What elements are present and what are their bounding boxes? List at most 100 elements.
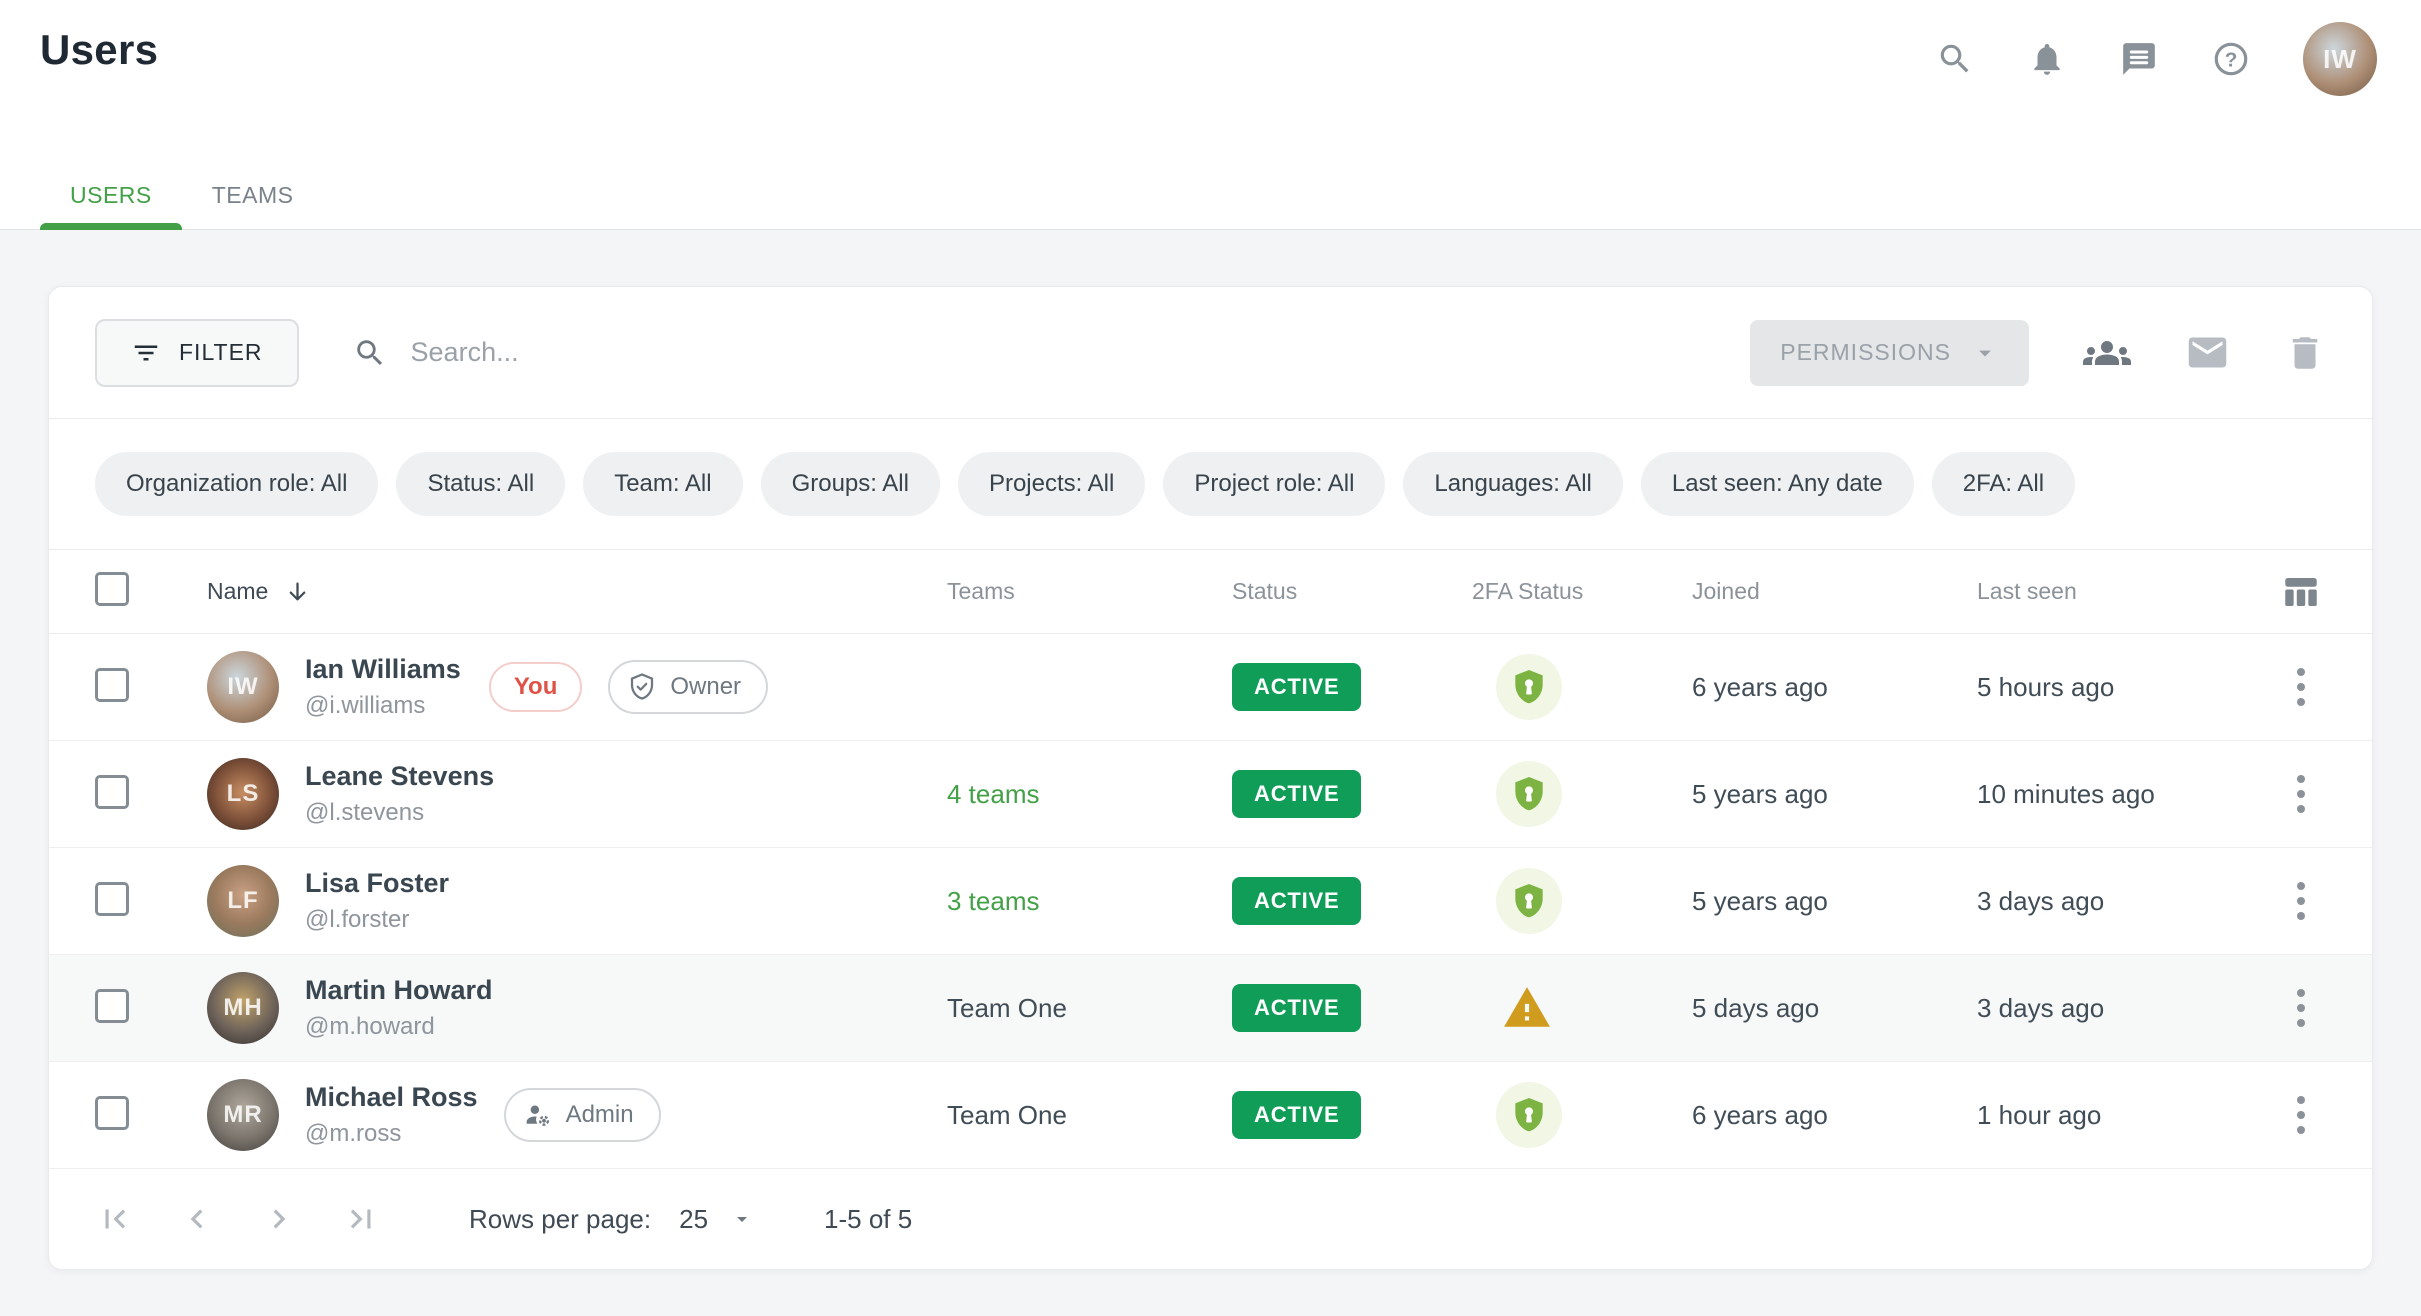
- twofa-enabled-icon: [1496, 761, 1562, 827]
- filter-chip-groups[interactable]: Groups: All: [761, 452, 940, 516]
- status-badge: ACTIVE: [1232, 663, 1361, 711]
- topbar-actions: ? IW: [1935, 22, 2377, 96]
- first-page-button[interactable]: [95, 1199, 135, 1239]
- filter-chip-last-seen[interactable]: Last seen: Any date: [1641, 452, 1914, 516]
- svg-text:?: ?: [2225, 48, 2238, 71]
- search-input[interactable]: [411, 337, 1111, 368]
- teams-cell: Team One: [947, 993, 1067, 1023]
- tabs: USERS TEAMS: [40, 157, 323, 229]
- owner-badge-label: Owner: [670, 673, 741, 701]
- status-badge: ACTIVE: [1232, 877, 1361, 925]
- column-header-name[interactable]: Name: [207, 578, 311, 605]
- user-username: @i.williams: [305, 692, 461, 720]
- twofa-enabled-icon: [1496, 1082, 1562, 1148]
- pagination-nav: [95, 1199, 381, 1239]
- person-gear-icon: [523, 1100, 553, 1130]
- filter-chip-organization-role[interactable]: Organization role: All: [95, 452, 378, 516]
- filter-chip-team[interactable]: Team: All: [583, 452, 742, 516]
- last-seen-cell: 3 days ago: [1977, 886, 2270, 917]
- avatar: IW: [207, 651, 279, 723]
- column-header-status: Status: [1232, 578, 1472, 605]
- delete-users-button[interactable]: [2284, 332, 2326, 374]
- filter-button[interactable]: FILTER: [95, 319, 299, 387]
- permissions-button-label: PERMISSIONS: [1780, 339, 1951, 366]
- you-badge: You: [489, 662, 583, 712]
- first-page-icon: [96, 1200, 134, 1238]
- avatar: LS: [207, 758, 279, 830]
- teams-link[interactable]: 3 teams: [947, 886, 1040, 916]
- table-header-row: Name Teams Status 2FA Status Joined Last…: [49, 550, 2372, 634]
- notifications-icon[interactable]: [2027, 39, 2067, 79]
- table-row[interactable]: IW Ian Williams @i.williams You Owner AC…: [49, 634, 2372, 741]
- filter-chip-2fa[interactable]: 2FA: All: [1932, 452, 2075, 516]
- table-row[interactable]: LS Leane Stevens @l.stevens 4 teams ACTI…: [49, 741, 2372, 848]
- search-icon[interactable]: [1935, 39, 1975, 79]
- row-menu-button[interactable]: [2289, 981, 2313, 1035]
- chat-icon[interactable]: [2119, 39, 2159, 79]
- filter-button-label: FILTER: [179, 339, 263, 366]
- tab-teams[interactable]: TEAMS: [182, 157, 324, 229]
- groups-icon: [2083, 329, 2131, 377]
- row-menu-button[interactable]: [2289, 1088, 2313, 1142]
- last-seen-cell: 3 days ago: [1977, 993, 2270, 1024]
- filter-chip-projects[interactable]: Projects: All: [958, 452, 1145, 516]
- rows-per-page-select[interactable]: 25: [679, 1204, 754, 1235]
- chevron-down-icon: [1971, 339, 1999, 367]
- row-checkbox[interactable]: [95, 668, 129, 702]
- columns-settings-button[interactable]: [2280, 571, 2322, 613]
- previous-page-button[interactable]: [177, 1199, 217, 1239]
- table-row[interactable]: LF Lisa Foster @l.forster 3 teams ACTIVE…: [49, 848, 2372, 955]
- last-page-icon: [342, 1200, 380, 1238]
- users-table-card: FILTER PERMISSIONS Organization role: Al…: [48, 286, 2373, 1270]
- chevron-left-icon: [178, 1200, 216, 1238]
- row-menu-button[interactable]: [2289, 874, 2313, 928]
- pagination-bar: Rows per page: 25 1-5 of 5: [49, 1169, 2372, 1269]
- row-checkbox[interactable]: [95, 882, 129, 916]
- rows-per-page-value: 25: [679, 1204, 708, 1235]
- next-page-button[interactable]: [259, 1199, 299, 1239]
- filter-chip-status[interactable]: Status: All: [396, 452, 565, 516]
- last-page-button[interactable]: [341, 1199, 381, 1239]
- user-name: Michael Ross: [305, 1082, 478, 1113]
- row-checkbox[interactable]: [95, 1096, 129, 1130]
- table-row[interactable]: MR Michael Ross @m.ross Admin Team One A…: [49, 1062, 2372, 1169]
- tab-users[interactable]: USERS: [40, 157, 182, 229]
- filter-chip-project-role[interactable]: Project role: All: [1163, 452, 1385, 516]
- status-badge: ACTIVE: [1232, 984, 1361, 1032]
- table-row[interactable]: MH Martin Howard @m.howard Team One ACTI…: [49, 955, 2372, 1062]
- search-icon: [353, 336, 387, 370]
- status-badge: ACTIVE: [1232, 1091, 1361, 1139]
- column-header-name-label: Name: [207, 578, 268, 605]
- rows-per-page-label: Rows per page:: [469, 1204, 651, 1235]
- row-menu-button[interactable]: [2289, 660, 2313, 714]
- row-menu-button[interactable]: [2289, 767, 2313, 821]
- last-seen-cell: 10 minutes ago: [1977, 779, 2270, 810]
- permissions-button[interactable]: PERMISSIONS: [1750, 320, 2029, 386]
- filter-chip-languages[interactable]: Languages: All: [1403, 452, 1622, 516]
- joined-cell: 5 years ago: [1692, 886, 1977, 917]
- user-name: Lisa Foster: [305, 868, 449, 899]
- row-checkbox[interactable]: [95, 989, 129, 1023]
- user-username: @m.ross: [305, 1120, 478, 1148]
- user-username: @l.forster: [305, 906, 449, 934]
- column-header-teams: Teams: [947, 578, 1232, 605]
- select-all-checkbox[interactable]: [95, 572, 129, 606]
- column-header-joined: Joined: [1692, 578, 1977, 605]
- avatar: MH: [207, 972, 279, 1044]
- user-name: Ian Williams: [305, 654, 461, 685]
- table-toolbar: FILTER PERMISSIONS: [49, 287, 2372, 419]
- user-avatar[interactable]: IW: [2303, 22, 2377, 96]
- email-users-button[interactable]: [2185, 330, 2230, 375]
- page-range-label: 1-5 of 5: [824, 1204, 912, 1235]
- teams-link[interactable]: 4 teams: [947, 779, 1040, 809]
- columns-icon: [2280, 571, 2322, 613]
- row-checkbox[interactable]: [95, 775, 129, 809]
- add-to-team-button[interactable]: [2083, 329, 2131, 377]
- twofa-warning-icon: [1502, 983, 1692, 1033]
- avatar: LF: [207, 865, 279, 937]
- joined-cell: 6 years ago: [1692, 672, 1977, 703]
- user-name: Leane Stevens: [305, 761, 494, 792]
- column-header-2fa-status: 2FA Status: [1472, 578, 1692, 605]
- admin-badge-label: Admin: [566, 1101, 634, 1129]
- help-icon[interactable]: ?: [2211, 39, 2251, 79]
